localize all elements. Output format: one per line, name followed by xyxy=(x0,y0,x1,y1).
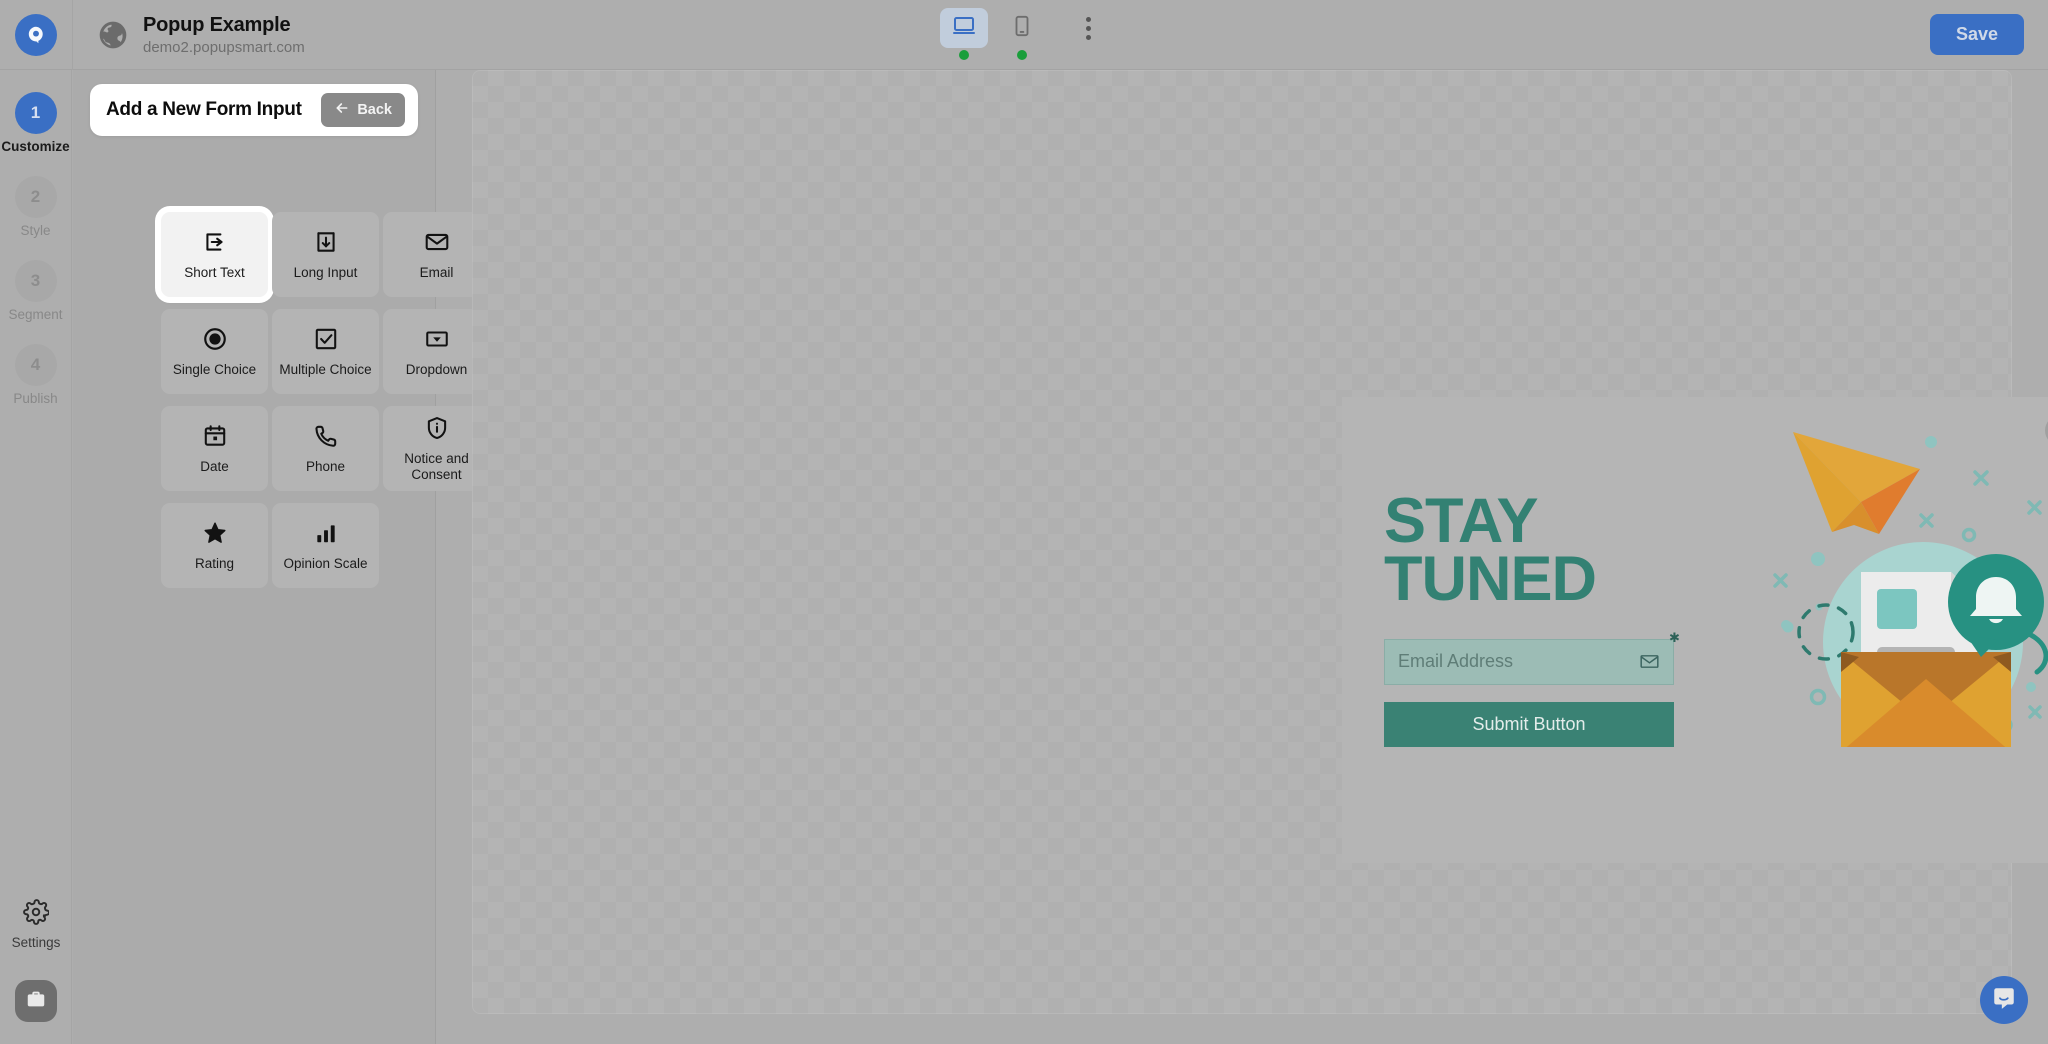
arrow-left-icon xyxy=(334,100,350,120)
submit-button[interactable]: Submit Button xyxy=(1384,701,1674,747)
card-label: Date xyxy=(200,458,229,474)
card-label: Email xyxy=(419,264,454,280)
step-number: 3 xyxy=(14,260,57,302)
form-input-card-rating[interactable]: Rating xyxy=(161,503,268,588)
popup-content: STAY TUNED Email Address ✱ Submit Button xyxy=(1342,397,1733,863)
site-info: Popup Example demo2.popupsmart.com xyxy=(97,14,305,56)
top-divider xyxy=(72,0,73,70)
shield-info-icon xyxy=(424,415,450,441)
settings-label: Settings xyxy=(11,935,61,950)
step-label: Customize xyxy=(1,139,70,154)
popup-headline-line1: STAY xyxy=(1384,486,1539,557)
form-input-card-multiple-choice[interactable]: Multiple Choice xyxy=(272,309,379,394)
step-number: 2 xyxy=(14,176,57,218)
checkbox-icon xyxy=(313,326,339,352)
step-label: Segment xyxy=(8,307,63,322)
briefcase-icon xyxy=(25,988,47,1015)
brand-logo[interactable] xyxy=(0,0,72,70)
step-rail: 1 Customize 2 Style 3 Segment 4 Publish xyxy=(0,70,72,1044)
form-input-card-phone[interactable]: Phone xyxy=(272,406,379,491)
dropdown-icon xyxy=(424,326,450,352)
email-input[interactable]: Email Address xyxy=(1384,638,1674,685)
newsletter-illustration xyxy=(1773,432,2048,747)
more-options-icon[interactable] xyxy=(1068,8,1108,48)
card-label: Short Text xyxy=(184,264,245,280)
popup-illustration-area xyxy=(1733,397,2048,863)
card-label: Single Choice xyxy=(172,361,257,377)
popup-preview[interactable]: STAY TUNED Email Address ✱ Submit Button xyxy=(1342,397,2048,863)
step-number: 4 xyxy=(14,344,57,386)
rail-bottom-actions: Settings xyxy=(0,899,72,1022)
chat-bubble-icon xyxy=(1991,985,2017,1016)
preview-canvas: STAY TUNED Email Address ✱ Submit Button xyxy=(472,70,2048,1014)
back-label: Back xyxy=(357,102,392,118)
bar-chart-icon xyxy=(313,520,339,546)
sidebar-step-segment[interactable]: 3 Segment xyxy=(0,260,71,322)
radio-button-icon xyxy=(202,326,228,352)
card-label: Long Input xyxy=(293,264,358,280)
email-field-wrapper: Email Address ✱ xyxy=(1384,630,1680,685)
top-bar: Popup Example demo2.popupsmart.com Save xyxy=(0,0,2048,70)
sidebar-step-publish[interactable]: 4 Publish xyxy=(0,344,71,406)
short-text-icon xyxy=(202,229,228,255)
chat-widget-button[interactable] xyxy=(1980,976,2028,1024)
panel-title: Add a New Form Input xyxy=(106,99,302,120)
desktop-preview-button[interactable] xyxy=(940,8,988,60)
form-input-card-single-choice[interactable]: Single Choice xyxy=(161,309,268,394)
step-label: Style xyxy=(20,223,51,238)
form-input-grid: Short Text Long Input Email Single Choic… xyxy=(161,212,501,588)
desktop-status-dot xyxy=(959,50,969,60)
star-icon xyxy=(202,520,228,546)
form-input-card-date[interactable]: Date xyxy=(161,406,268,491)
required-marker: ✱ xyxy=(1669,630,1680,646)
sidebar-step-customize[interactable]: 1 Customize xyxy=(0,92,71,154)
save-button[interactable]: Save xyxy=(1929,14,2024,55)
back-button[interactable]: Back xyxy=(321,93,405,127)
card-label: Opinion Scale xyxy=(283,555,368,571)
mobile-preview-button[interactable] xyxy=(998,8,1046,60)
mobile-status-dot xyxy=(1017,50,1027,60)
step-label: Publish xyxy=(13,391,58,406)
popup-headline: STAY TUNED xyxy=(1384,486,1733,614)
form-input-card-short-text[interactable]: Short Text xyxy=(161,212,268,297)
briefcase-button[interactable] xyxy=(15,980,57,1022)
popupsmart-logo-icon xyxy=(15,13,57,56)
long-input-icon xyxy=(313,229,339,255)
card-label: Dropdown xyxy=(405,361,468,377)
desktop-monitor-icon xyxy=(952,14,976,43)
form-input-card-long-input[interactable]: Long Input xyxy=(272,212,379,297)
page-title: Popup Example xyxy=(143,13,291,36)
sidebar-item-settings[interactable]: Settings xyxy=(11,899,61,950)
envelope-icon xyxy=(424,229,450,255)
email-placeholder: Email Address xyxy=(1398,651,1514,672)
card-label: Rating xyxy=(194,555,235,571)
envelope-icon xyxy=(1639,651,1660,672)
form-input-card-opinion-scale[interactable]: Opinion Scale xyxy=(272,503,379,588)
mobile-phone-icon xyxy=(1011,15,1033,42)
sidebar-step-style[interactable]: 2 Style xyxy=(0,176,71,238)
panel-header: Add a New Form Input Back xyxy=(90,84,418,136)
step-number: 1 xyxy=(14,92,57,134)
form-input-panel: Add a New Form Input Back Short Text Lon… xyxy=(73,70,490,1044)
device-preview-toggle xyxy=(940,8,1108,60)
card-label: Multiple Choice xyxy=(279,361,372,377)
site-url: demo2.popupsmart.com xyxy=(143,38,305,56)
phone-icon xyxy=(313,423,339,449)
globe-icon xyxy=(97,19,129,51)
card-label: Phone xyxy=(305,458,346,474)
gear-icon xyxy=(23,899,50,930)
popup-headline-line2: TUNED xyxy=(1384,544,1597,614)
calendar-icon xyxy=(202,423,228,449)
app-root: Popup Example demo2.popupsmart.com Save … xyxy=(0,0,2048,1044)
